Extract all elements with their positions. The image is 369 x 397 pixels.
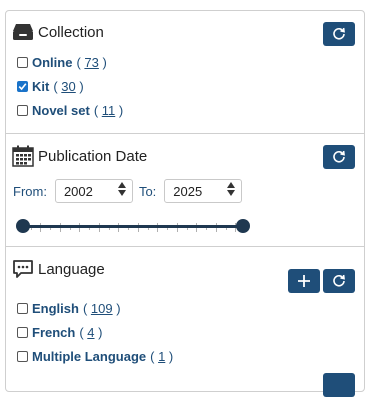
collection-option-novel-set[interactable]: Novel set ( 11 ): [17, 103, 123, 118]
date-range-row: From: 2002 To: 2025: [13, 179, 243, 203]
publication-date-section: Publication Date From: 2002 To: 2025: [6, 134, 364, 246]
refresh-icon: [332, 27, 346, 41]
facet-label: Multiple Language: [32, 349, 147, 364]
to-year-stepper[interactable]: [227, 182, 236, 196]
facet-count[interactable]: ( 1 ): [150, 349, 173, 364]
checkbox[interactable]: [17, 57, 28, 68]
from-year-value: 2002: [63, 183, 93, 199]
checkbox[interactable]: [17, 351, 28, 362]
checkbox-checked[interactable]: [17, 81, 28, 92]
language-header: Language: [12, 259, 105, 279]
speech-bubble-icon: [12, 259, 34, 279]
facet-count[interactable]: ( 11 ): [94, 103, 123, 118]
refresh-icon: [332, 150, 346, 164]
slider-track: [19, 225, 247, 228]
slider-handle-from[interactable]: [16, 219, 30, 233]
facet-label: Kit: [32, 79, 50, 94]
facet-panel: Collection Online ( 73 ) Kit ( 30 ) Nove…: [5, 10, 365, 397]
checkbox[interactable]: [17, 303, 28, 314]
from-label: From:: [13, 183, 47, 199]
to-year-input[interactable]: 2025: [164, 179, 243, 203]
language-option-english[interactable]: English ( 109 ): [17, 301, 121, 316]
refresh-icon: [332, 274, 346, 288]
checkbox[interactable]: [17, 105, 28, 116]
facet-label: English: [32, 301, 79, 316]
facet-label: Novel set: [32, 103, 90, 118]
next-section-button[interactable]: [323, 373, 355, 397]
collection-option-online[interactable]: Online ( 73 ): [17, 55, 107, 70]
language-option-french[interactable]: French ( 4 ): [17, 325, 102, 340]
language-option-multiple-language[interactable]: Multiple Language ( 1 ): [17, 349, 173, 364]
plus-icon: [297, 274, 311, 288]
collection-option-kit[interactable]: Kit ( 30 ): [17, 79, 84, 94]
to-label: To:: [138, 183, 157, 199]
facet-count[interactable]: ( 4 ): [79, 325, 102, 340]
facet-label: French: [32, 325, 76, 340]
language-section: Language English ( 109 ) French ( 4 ) Mu…: [6, 247, 364, 397]
checkbox[interactable]: [17, 327, 28, 338]
collection-header: Collection: [12, 23, 104, 41]
year-range-slider[interactable]: [16, 217, 250, 235]
publication-date-title: Publication Date: [38, 147, 148, 165]
language-title: Language: [38, 260, 105, 278]
language-reset-button[interactable]: [323, 269, 355, 293]
language-add-button[interactable]: [288, 269, 320, 293]
facet-label: Online: [32, 55, 73, 70]
calendar-icon: [12, 145, 34, 167]
from-year-input[interactable]: 2002: [54, 179, 133, 203]
collection-section: Collection Online ( 73 ) Kit ( 30 ) Nove…: [6, 11, 364, 133]
archive-box-icon: [12, 23, 34, 41]
collection-title: Collection: [38, 23, 104, 41]
facet-count[interactable]: ( 109 ): [83, 301, 121, 316]
publication-date-reset-button[interactable]: [323, 145, 355, 169]
slider-handle-to[interactable]: [236, 219, 250, 233]
facet-count[interactable]: ( 30 ): [53, 79, 83, 94]
facet-count[interactable]: ( 73 ): [76, 55, 106, 70]
from-year-stepper[interactable]: [117, 182, 126, 196]
to-year-value: 2025: [173, 183, 203, 199]
collection-reset-button[interactable]: [323, 22, 355, 46]
publication-date-header: Publication Date: [12, 145, 147, 167]
